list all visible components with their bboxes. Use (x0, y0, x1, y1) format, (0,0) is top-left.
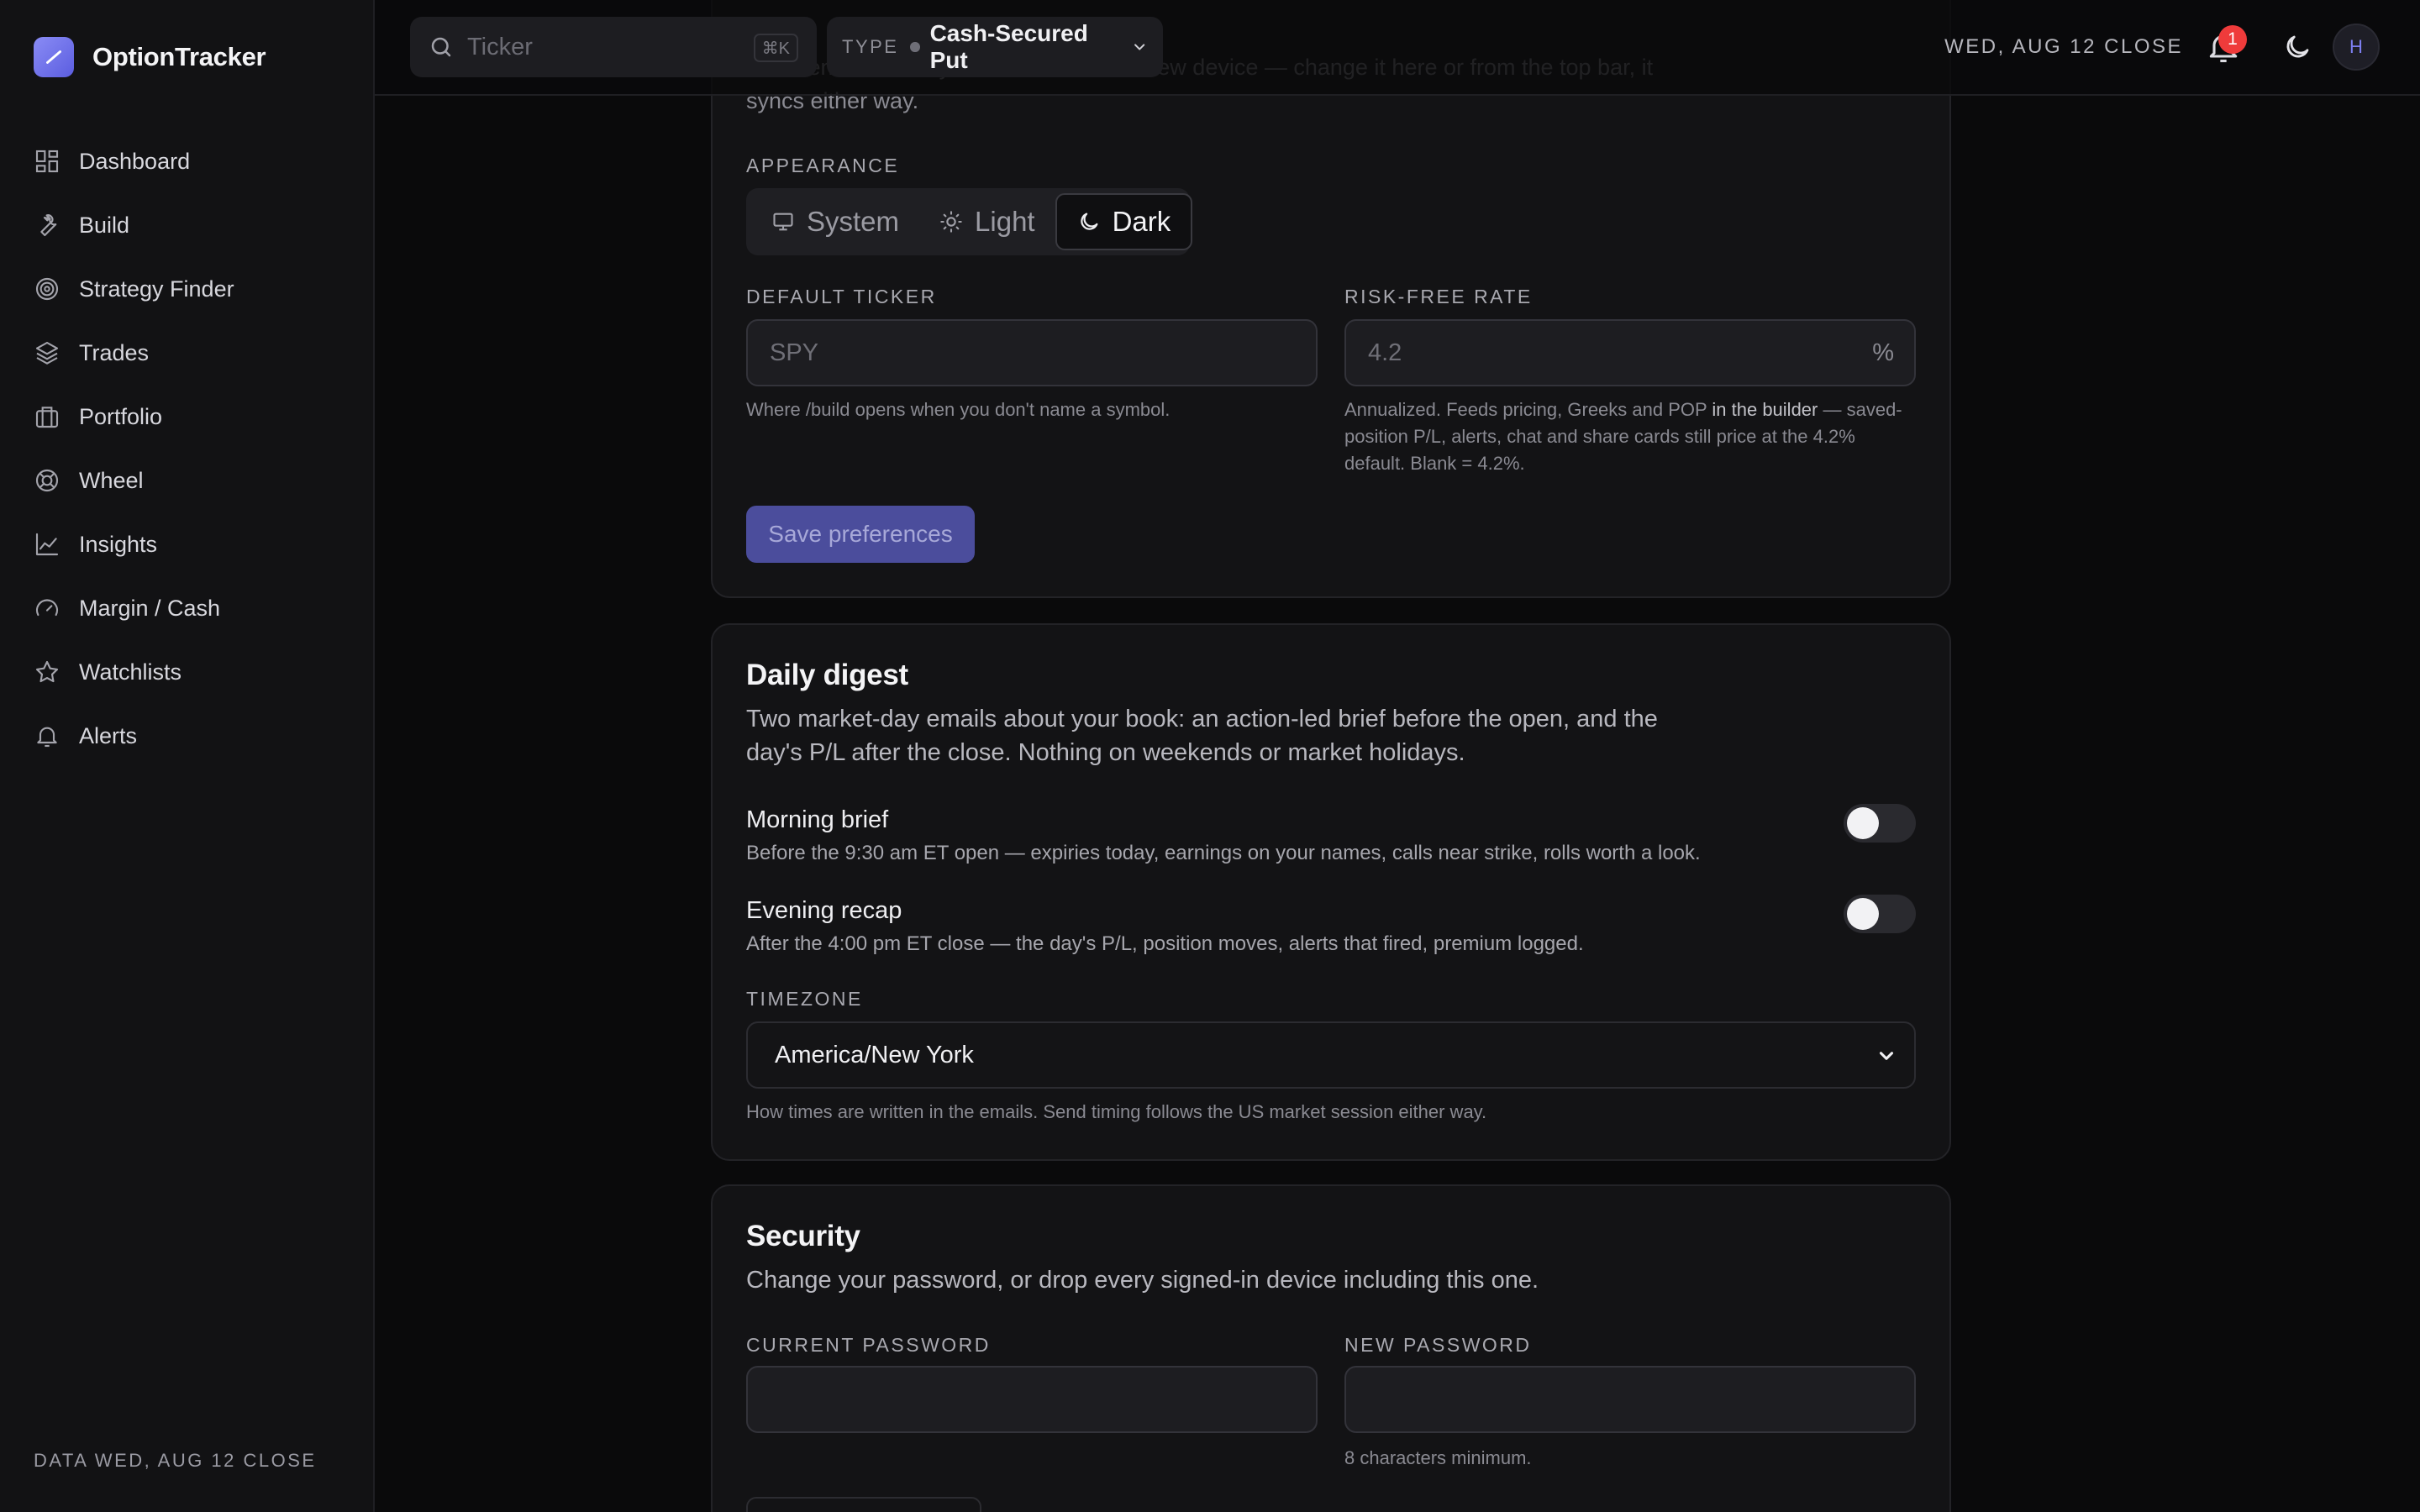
sidebar-item-strategy-finder[interactable]: Strategy Finder (34, 257, 234, 321)
sidebar-item-label: Margin / Cash (79, 595, 221, 621)
sidebar-item-label: Watchlists (79, 659, 182, 685)
evening-recap-toggle[interactable] (1844, 895, 1916, 933)
monitor-icon (773, 213, 793, 231)
appearance-option-dark[interactable]: Dark (1055, 193, 1193, 250)
new-password-label: NEW PASSWORD (1344, 1334, 1532, 1356)
default-ticker-label: DEFAULT TICKER (746, 286, 937, 307)
sidebar-item-insights[interactable]: Insights (34, 512, 234, 576)
sidebar-item-build[interactable]: Build (34, 193, 234, 257)
sidebar-item-label: Alerts (79, 722, 138, 748)
type-value: Cash-Secured Put (929, 20, 1088, 73)
toggle-knob (1847, 898, 1879, 930)
target-icon (35, 277, 59, 301)
chevron-down-icon (1134, 44, 1144, 50)
timezone-select[interactable]: America/New York (746, 1021, 1916, 1089)
morning-brief-title: Morning brief (746, 806, 889, 833)
timezone-help: How times are written in the emails. Sen… (746, 1101, 1487, 1122)
morning-brief-toggle[interactable] (1844, 804, 1916, 843)
risk-free-rate-label: RISK-FREE RATE (1344, 286, 1533, 307)
type-dot-icon (910, 42, 920, 52)
type-label: TYPE (842, 36, 899, 57)
morning-brief-description: Before the 9:30 am ET open — expiries to… (746, 842, 1701, 864)
moon-icon (1080, 213, 1098, 230)
default-ticker-placeholder: SPY (770, 339, 819, 366)
logo-icon (34, 37, 74, 77)
star-icon (35, 660, 59, 683)
sidebar: OptionTracker Dashboard Build Strategy F… (0, 0, 375, 1512)
sidebar-item-dashboard[interactable]: Dashboard (34, 129, 234, 193)
wrench-icon (40, 214, 57, 237)
dashboard-icon (35, 150, 59, 173)
appearance-label: APPEARANCE (746, 155, 900, 176)
appearance-option-label: Dark (1112, 206, 1171, 237)
current-password-label: CURRENT PASSWORD (746, 1334, 991, 1356)
sidebar-item-label: Insights (79, 531, 158, 557)
timezone-value: America/New York (775, 1041, 974, 1068)
current-password-input[interactable] (746, 1366, 1318, 1433)
appearance-segmented-control: System Light Dark (746, 188, 1193, 255)
risk-free-rate-unit: % (1872, 339, 1894, 366)
risk-free-rate-help: Annualized. Feeds pricing, Greeks and PO… (1344, 396, 1916, 477)
security-subtitle: Change your password, or drop every sign… (746, 1267, 1539, 1294)
sidebar-item-label: Strategy Finder (79, 276, 234, 302)
risk-free-rate-input[interactable]: 4.2 % (1344, 319, 1916, 386)
lifebuoy-icon (35, 469, 59, 492)
search-icon (431, 37, 451, 57)
search-shortcut: ⌘K (753, 34, 798, 62)
chevron-down-icon (1879, 1052, 1894, 1060)
sidebar-item-label: Trades (79, 339, 150, 365)
theme-toggle-moon-icon[interactable] (2282, 32, 2312, 62)
search-bar[interactable]: ⌘K (410, 17, 817, 77)
toggle-knob (1847, 807, 1879, 839)
evening-recap-description: After the 4:00 pm ET close — the day's P… (746, 932, 1584, 955)
sidebar-item-watchlists[interactable]: Watchlists (34, 640, 234, 704)
sidebar-nav: Dashboard Build Strategy Finder Trades P… (34, 129, 234, 768)
risk-free-rate-placeholder: 4.2 (1368, 339, 1402, 366)
brand[interactable]: OptionTracker (34, 37, 266, 77)
new-password-help: 8 characters minimum. (1344, 1447, 1532, 1468)
update-password-button[interactable] (746, 1497, 981, 1512)
new-password-input[interactable] (1344, 1366, 1916, 1433)
security-title: Security (746, 1220, 860, 1252)
help-text-emphasis: in the builder (1712, 399, 1818, 420)
evening-recap-title: Evening recap (746, 897, 902, 924)
notification-badge: 1 (2218, 25, 2247, 54)
default-ticker-help: Where /build opens when you don't name a… (746, 399, 1171, 420)
briefcase-icon (35, 407, 59, 428)
sidebar-item-alerts[interactable]: Alerts (34, 704, 234, 768)
appearance-option-system[interactable]: System (751, 193, 919, 250)
topbar: ⌘K TYPE Cash-Secured Put WED, AUG 12 CLO… (375, 0, 2420, 96)
help-text-part: Annualized. Feeds pricing, Greeks and PO… (1344, 399, 1712, 420)
sidebar-item-margin-cash[interactable]: Margin / Cash (34, 576, 234, 640)
appearance-option-label: Light (975, 206, 1035, 237)
save-preferences-button[interactable]: Save preferences (746, 506, 975, 563)
data-status: DATA WED, AUG 12 CLOSE (34, 1450, 317, 1471)
bell-icon (37, 727, 57, 748)
avatar[interactable]: H (2333, 24, 2380, 71)
sidebar-item-trades[interactable]: Trades (34, 321, 234, 385)
layers-icon (35, 341, 59, 365)
sidebar-item-label: Build (79, 212, 130, 238)
strategy-type-select[interactable]: TYPE Cash-Secured Put (827, 17, 1163, 77)
sidebar-item-portfolio[interactable]: Portfolio (34, 385, 234, 449)
appearance-option-light[interactable]: Light (919, 193, 1055, 250)
digest-subtitle: Two market-day emails about your book: a… (746, 706, 1658, 766)
digest-title: Daily digest (746, 659, 908, 691)
sidebar-item-label: Portfolio (79, 403, 163, 429)
sun-icon (940, 211, 962, 233)
appearance-option-label: System (807, 206, 900, 237)
line-chart-icon (35, 533, 59, 556)
timezone-label: TIMEZONE (746, 988, 863, 1010)
sidebar-item-label: Dashboard (79, 148, 191, 174)
market-date: WED, AUG 12 CLOSE (1944, 35, 2183, 58)
sidebar-item-wheel[interactable]: Wheel (34, 449, 234, 512)
search-input[interactable] (467, 33, 744, 61)
sidebar-item-label: Wheel (79, 467, 144, 493)
default-ticker-input[interactable]: SPY (746, 319, 1318, 386)
app-name: OptionTracker (92, 42, 266, 71)
gauge-icon (35, 599, 59, 617)
